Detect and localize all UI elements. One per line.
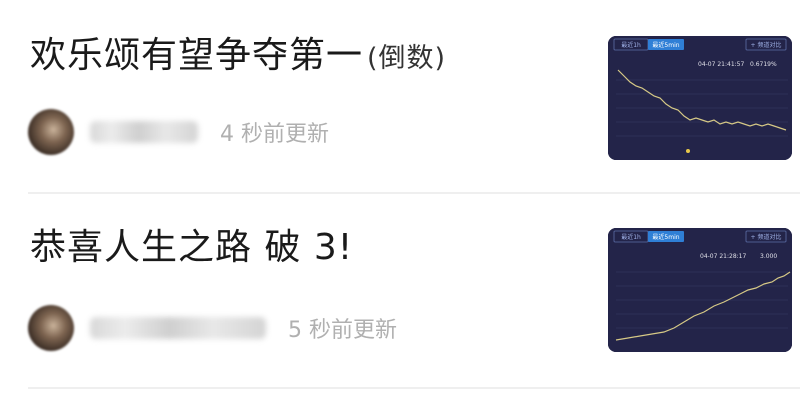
tab-1h-label: 最近1h [621,233,641,241]
update-time: 5 秒前更新 [288,318,397,343]
avatar[interactable] [28,109,74,155]
item-title[interactable]: 欢乐颂有望争夺第一 (倒数) [30,38,446,74]
update-time: 4 秒前更新 [220,122,329,147]
item-meta: 4 秒前更新 [28,108,329,156]
compare-button-label: + 频道对比 [751,41,782,49]
ratings-chart: 最近1h 最近5min + 频道对比 04-07 21:28:17 3.000 [608,228,792,352]
ratings-chart: 最近1h 最近5min + 频道对比 04-07 21:41:57 0.6719… [608,36,792,160]
legend-dot [686,149,690,153]
tab-5min-label: 最近5min [652,41,679,49]
avatar[interactable] [28,305,74,351]
chart-stat: 3.000 [760,253,777,260]
chart-thumbnail[interactable]: 最近1h 最近5min + 频道对比 04-07 21:41:57 0.6719… [608,36,792,160]
chart-stat: 0.6719% [750,61,777,68]
chart-timestamp: 04-07 21:28:17 [700,253,746,260]
item-title[interactable]: 恭喜人生之路 破 3! [30,230,353,266]
item-title-text: 欢乐颂有望争夺第一 [30,35,364,76]
tab-5min-label: 最近5min [652,233,679,241]
item-title-text: 恭喜人生之路 破 3! [30,227,354,268]
divider [28,387,800,389]
feed-item[interactable]: 欢乐颂有望争夺第一 (倒数) 4 秒前更新 最近1h 最近5min + 频道对比 … [0,0,800,192]
tab-1h-label: 最近1h [621,41,641,49]
blurred-username[interactable] [90,317,266,339]
blurred-username[interactable] [90,121,198,143]
item-meta: 5 秒前更新 [28,304,397,352]
chart-thumbnail[interactable]: 最近1h 最近5min + 频道对比 04-07 21:28:17 3.000 [608,228,792,352]
item-title-suffix: (倒数) [367,43,447,74]
x-axis-ticks [620,140,622,146]
chart-timestamp: 04-07 21:41:57 [698,61,744,68]
compare-button-label: + 频道对比 [751,233,782,241]
